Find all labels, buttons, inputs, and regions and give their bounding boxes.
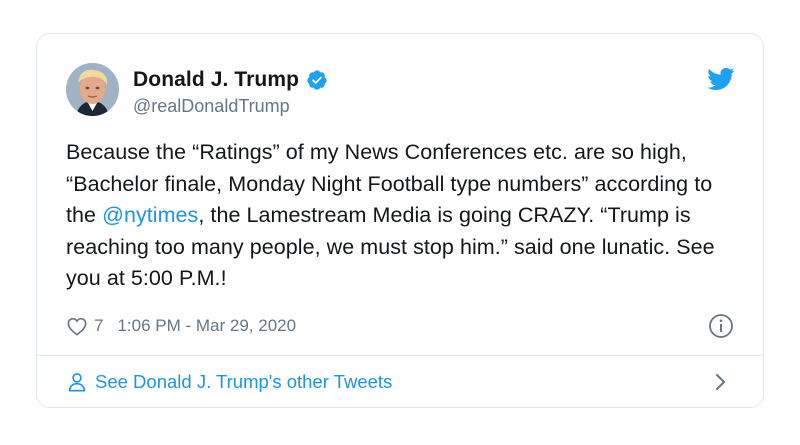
mention-link[interactable]: @nytimes	[102, 203, 198, 227]
twitter-bird-icon[interactable]	[706, 67, 735, 91]
tweet-header: Donald J. Trump @realDonaldTrump	[66, 63, 735, 119]
person-icon	[66, 371, 88, 393]
heart-icon[interactable]	[66, 316, 88, 336]
avatar-photo	[66, 63, 119, 116]
other-tweets-label[interactable]: See Donald J. Trump's other Tweets	[95, 371, 392, 393]
info-icon[interactable]	[708, 313, 734, 339]
verified-badge-icon	[306, 69, 328, 91]
like-count[interactable]: 7	[94, 316, 103, 336]
tweet-card: Donald J. Trump @realDonaldTrump Because…	[36, 33, 764, 408]
author-names: Donald J. Trump @realDonaldTrump	[133, 66, 328, 117]
author-handle[interactable]: @realDonaldTrump	[133, 96, 328, 117]
avatar[interactable]	[66, 63, 119, 116]
chevron-right-icon[interactable]	[714, 372, 728, 392]
tweet-text: Because the “Ratings” of my News Confere…	[66, 137, 726, 295]
other-tweets-link[interactable]: See Donald J. Trump's other Tweets	[66, 356, 734, 408]
tweet-meta: 7 1:06 PM - Mar 29, 2020	[66, 312, 734, 340]
tweet-timestamp[interactable]: 1:06 PM - Mar 29, 2020	[117, 316, 296, 336]
display-name-row: Donald J. Trump	[133, 66, 328, 94]
display-name[interactable]: Donald J. Trump	[133, 68, 299, 92]
